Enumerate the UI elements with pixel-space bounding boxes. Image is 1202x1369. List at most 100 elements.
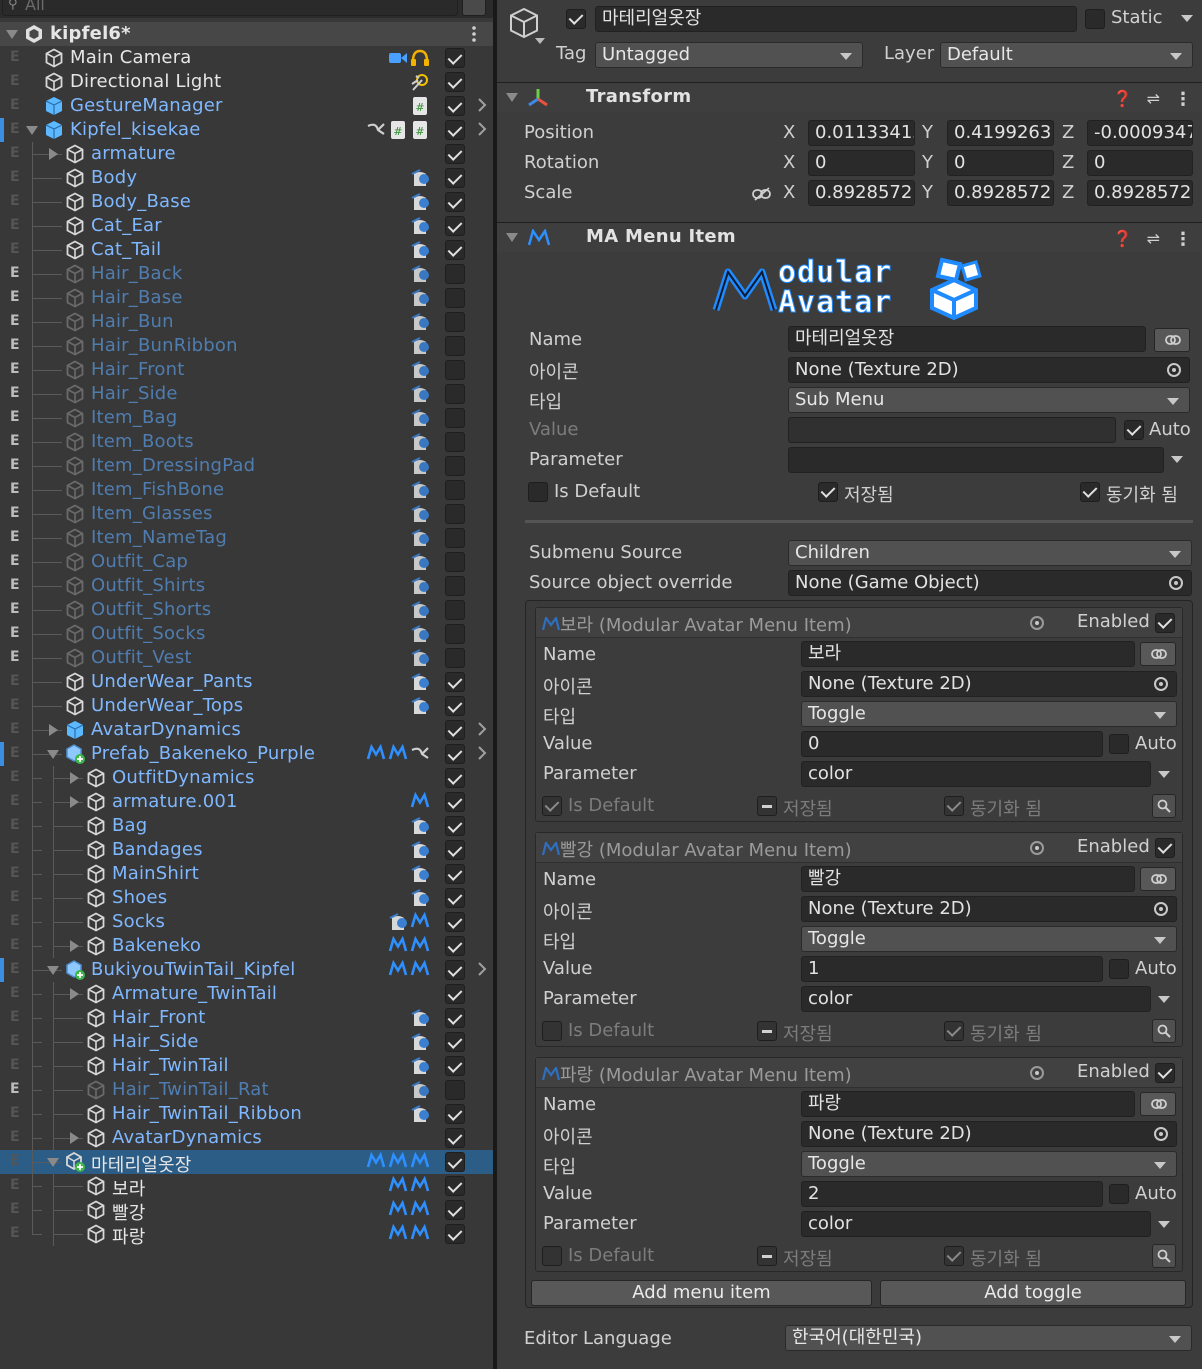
child-is-default-checkbox[interactable] bbox=[542, 1246, 562, 1266]
source-override-field[interactable]: None (Game Object) bbox=[788, 570, 1192, 596]
active-checkbox[interactable] bbox=[445, 792, 465, 812]
hierarchy-row[interactable]: Earmature.001 bbox=[0, 790, 493, 814]
active-checkbox[interactable] bbox=[445, 1152, 465, 1172]
add-menu-item-button[interactable]: Add menu item bbox=[531, 1280, 872, 1306]
active-checkbox[interactable] bbox=[445, 672, 465, 692]
link-button[interactable] bbox=[1140, 1092, 1176, 1116]
active-checkbox[interactable] bbox=[445, 1224, 465, 1244]
child-saved-checkbox[interactable] bbox=[757, 796, 777, 816]
hierarchy-row[interactable]: E Hair_Front bbox=[0, 358, 493, 382]
link-button[interactable] bbox=[1140, 642, 1176, 666]
fold-arrow-icon[interactable] bbox=[49, 724, 58, 736]
hierarchy-row[interactable]: E Bag bbox=[0, 814, 493, 838]
fold-arrow-icon[interactable] bbox=[70, 988, 79, 1000]
parameter-dropdown-icon[interactable] bbox=[1171, 456, 1183, 463]
active-checkbox[interactable] bbox=[445, 816, 465, 836]
active-checkbox[interactable] bbox=[445, 216, 465, 236]
transform-x-field[interactable]: 0 bbox=[808, 150, 915, 176]
child-icon-field[interactable]: None (Texture 2D) bbox=[801, 896, 1177, 922]
axis-x-label[interactable]: X bbox=[783, 122, 795, 143]
hierarchy-row[interactable]: E Item_Boots bbox=[0, 430, 493, 454]
active-checkbox[interactable] bbox=[445, 456, 465, 476]
hierarchy-row[interactable]: E Kipfel_kisekae # # bbox=[0, 118, 493, 142]
static-dropdown-icon[interactable] bbox=[1181, 15, 1193, 22]
hierarchy-row[interactable]: E 빨강 bbox=[0, 1198, 493, 1224]
transform-y-field[interactable]: 0 bbox=[947, 150, 1054, 176]
active-checkbox[interactable] bbox=[445, 408, 465, 428]
child-value-field[interactable]: 2 bbox=[801, 1181, 1103, 1207]
fold-arrow-icon[interactable] bbox=[70, 1132, 79, 1144]
child-saved-checkbox[interactable] bbox=[757, 1246, 777, 1266]
fold-arrow-icon[interactable] bbox=[47, 750, 59, 759]
hierarchy-row[interactable]: E Cat_Tail bbox=[0, 238, 493, 262]
select-object-button[interactable] bbox=[1152, 1019, 1176, 1043]
hierarchy-row[interactable]: E Main Camera bbox=[0, 46, 493, 70]
transform-z-field[interactable]: 0.8928572 bbox=[1087, 180, 1193, 206]
hierarchy-row[interactable]: E AvatarDynamics bbox=[0, 1126, 493, 1150]
active-checkbox[interactable] bbox=[445, 96, 465, 116]
active-checkbox[interactable] bbox=[445, 288, 465, 308]
enabled-checkbox[interactable] bbox=[1155, 1063, 1175, 1083]
active-checkbox[interactable] bbox=[445, 168, 465, 188]
hierarchy-row[interactable]: E Item_DressingPad bbox=[0, 454, 493, 478]
submenu-source-dropdown[interactable]: Children bbox=[788, 540, 1192, 566]
transform-x-field[interactable]: 0.8928572 bbox=[808, 180, 915, 206]
transform-x-field[interactable]: 0.01133415 bbox=[808, 120, 915, 146]
hierarchy-row[interactable]: E Outfit_Vest bbox=[0, 646, 493, 670]
fold-arrow-icon[interactable] bbox=[47, 1158, 59, 1167]
transform-z-field[interactable]: 0 bbox=[1087, 150, 1193, 176]
scene-menu-icon[interactable] bbox=[470, 26, 478, 42]
hierarchy-row[interactable]: E AvatarDynamics bbox=[0, 718, 493, 742]
ma-menu-item-header[interactable]: MA Menu Item ❓ ⇌ ⋮ bbox=[497, 222, 1202, 252]
active-checkbox[interactable] bbox=[445, 48, 465, 68]
parameter-dropdown-icon[interactable] bbox=[1158, 771, 1170, 778]
child-is-default-checkbox[interactable] bbox=[542, 796, 562, 816]
hierarchy-row[interactable]: E Outfit_Shirts bbox=[0, 574, 493, 598]
editor-language-dropdown[interactable]: 한국어(대한민국) bbox=[785, 1325, 1192, 1351]
hierarchy-row[interactable]: E Socks bbox=[0, 910, 493, 934]
active-checkbox[interactable] bbox=[445, 480, 465, 500]
active-checkbox[interactable] bbox=[445, 1176, 465, 1196]
transform-z-field[interactable]: -0.0009347 bbox=[1087, 120, 1193, 146]
active-checkbox[interactable] bbox=[445, 1032, 465, 1052]
active-checkbox[interactable] bbox=[445, 936, 465, 956]
active-checkbox[interactable] bbox=[445, 1080, 465, 1100]
open-prefab-arrow-icon[interactable] bbox=[477, 962, 487, 976]
child-name-field[interactable]: 보라 bbox=[801, 641, 1135, 667]
parameter-dropdown-icon[interactable] bbox=[1158, 1221, 1170, 1228]
hierarchy-row[interactable]: E Item_FishBone bbox=[0, 478, 493, 502]
component-menu-icon[interactable]: ⋮ bbox=[1174, 89, 1192, 110]
object-picker-icon[interactable] bbox=[1030, 616, 1044, 630]
active-checkbox[interactable] bbox=[445, 360, 465, 380]
child-auto-checkbox[interactable] bbox=[1109, 1184, 1129, 1204]
layer-dropdown[interactable]: Default bbox=[940, 42, 1193, 68]
fold-arrow-icon[interactable] bbox=[70, 940, 79, 952]
active-checkbox[interactable] bbox=[445, 384, 465, 404]
child-type-dropdown[interactable]: Toggle bbox=[801, 1151, 1177, 1177]
object-picker-icon[interactable] bbox=[1167, 363, 1181, 377]
active-checkbox[interactable] bbox=[445, 312, 465, 332]
child-icon-field[interactable]: None (Texture 2D) bbox=[801, 1121, 1177, 1147]
select-object-button[interactable] bbox=[1152, 794, 1176, 818]
hierarchy-row[interactable]: E OutfitDynamics bbox=[0, 766, 493, 790]
preset-icon[interactable]: ⇌ bbox=[1147, 89, 1160, 110]
hierarchy-row[interactable]: E Hair_Back bbox=[0, 262, 493, 286]
active-checkbox[interactable] bbox=[445, 960, 465, 980]
active-checkbox[interactable] bbox=[445, 984, 465, 1004]
scene-row[interactable]: kipfel6* bbox=[0, 22, 493, 46]
link-button[interactable] bbox=[1154, 328, 1190, 352]
active-checkbox[interactable] bbox=[445, 144, 465, 164]
child-card-header[interactable]: 빨강 (Modular Avatar Menu Item) Enabled bbox=[536, 833, 1182, 863]
hierarchy-row[interactable]: E Bandages bbox=[0, 838, 493, 862]
child-synced-checkbox[interactable] bbox=[944, 796, 964, 816]
add-toggle-button[interactable]: Add toggle bbox=[880, 1280, 1186, 1306]
transform-y-field[interactable]: 0.4199263 bbox=[947, 120, 1054, 146]
active-checkbox[interactable] bbox=[445, 264, 465, 284]
fold-arrow-icon[interactable] bbox=[506, 233, 518, 242]
hierarchy-row[interactable]: E UnderWear_Tops bbox=[0, 694, 493, 718]
active-checkbox[interactable] bbox=[445, 1200, 465, 1220]
object-picker-icon[interactable] bbox=[1169, 576, 1183, 590]
axis-z-label[interactable]: Z bbox=[1062, 152, 1074, 173]
fold-arrow-icon[interactable] bbox=[6, 30, 18, 39]
active-checkbox[interactable] bbox=[445, 504, 465, 524]
